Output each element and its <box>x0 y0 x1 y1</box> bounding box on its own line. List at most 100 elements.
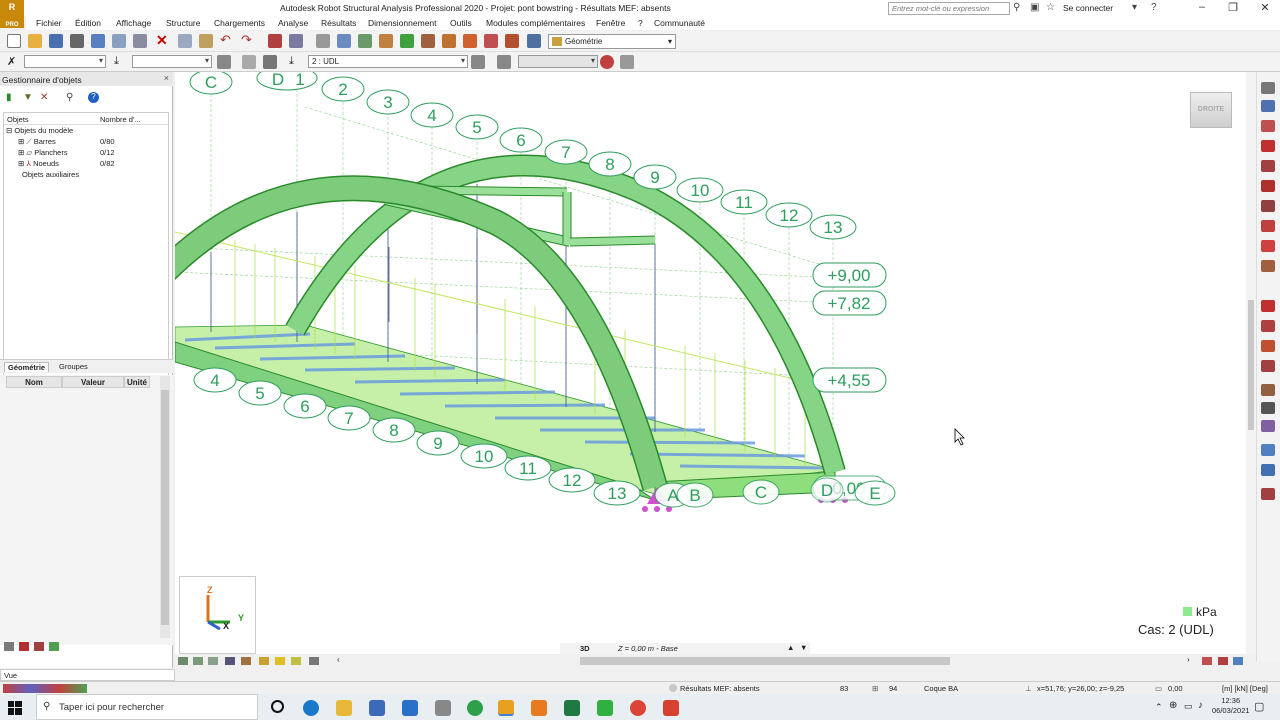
copy-icon[interactable] <box>178 34 192 48</box>
open-icon[interactable] <box>28 34 42 48</box>
menu-analyse[interactable]: Analyse <box>278 18 308 28</box>
corner-tool3-icon[interactable] <box>1233 657 1243 665</box>
level-up-icon[interactable]: ▲ <box>787 643 794 652</box>
bridge-model-view[interactable]: C D1 2 3 4 5 6 7 8 9 10 11 12 13 +9,00 +… <box>175 72 1246 654</box>
grid-tool-icon[interactable] <box>1261 402 1275 414</box>
status-tools[interactable] <box>3 684 87 693</box>
structure-icon[interactable] <box>421 34 435 48</box>
bar-selection-combo[interactable] <box>24 55 106 68</box>
bar-tool-icon[interactable] <box>1261 120 1275 132</box>
robot-taskbar-icon[interactable] <box>498 700 514 716</box>
cart-icon[interactable]: ▣ <box>1030 2 1039 13</box>
list-icon[interactable] <box>4 642 14 651</box>
display-tool4-icon[interactable] <box>225 657 235 665</box>
properties-icon[interactable] <box>289 34 303 48</box>
panel-tool-icon[interactable] <box>1261 240 1275 252</box>
menu-affichage[interactable]: Affichage <box>116 18 151 28</box>
display-tool7-icon[interactable] <box>275 657 285 665</box>
panel-close-icon[interactable]: × <box>164 73 169 83</box>
orange-app-icon[interactable] <box>531 700 547 716</box>
taskbar-search[interactable]: ⚲ Taper ici pour rechercher <box>36 694 258 720</box>
scroll-right-icon[interactable]: › <box>1187 655 1190 664</box>
level-down-icon[interactable]: ▼ <box>800 643 807 652</box>
tree-item-barres[interactable]: ⊞ ⟋ Barres <box>18 137 56 147</box>
chrome-icon[interactable] <box>630 700 646 716</box>
exchange-icon[interactable]: ▾ <box>1132 2 1137 13</box>
vertical-scrollbar[interactable] <box>1246 72 1256 654</box>
next-case-icon[interactable] <box>497 55 511 69</box>
file-explorer-icon[interactable] <box>336 700 352 716</box>
save-icon[interactable] <box>49 34 63 48</box>
filter-icon[interactable]: ▼ <box>23 92 33 103</box>
notifications-icon[interactable]: ▢ <box>1254 700 1264 713</box>
taskbar-clock[interactable]: 12:36 06/03/2021 <box>1212 696 1250 716</box>
display-icon[interactable] <box>620 55 634 69</box>
beam-tool-icon[interactable] <box>1261 300 1275 312</box>
menu-modules[interactable]: Modules complémentaires <box>486 18 585 28</box>
mode-select[interactable] <box>518 55 598 68</box>
select-icon[interactable]: ▮ <box>6 92 12 103</box>
minimize-icon[interactable]: – <box>1187 1 1217 13</box>
nodes-tool-icon[interactable] <box>1261 82 1275 94</box>
paste-icon[interactable] <box>199 34 213 48</box>
battery-icon[interactable]: ▭ <box>1184 701 1193 712</box>
redo-icon[interactable]: ↷ <box>241 32 255 47</box>
close-icon[interactable]: ✕ <box>1250 1 1280 14</box>
diagram-icon[interactable] <box>600 55 614 69</box>
case-icon[interactable] <box>242 55 256 69</box>
table-tool-icon[interactable] <box>1261 100 1275 112</box>
layout-icon[interactable] <box>527 34 541 48</box>
green-app-icon[interactable] <box>467 700 483 716</box>
slab-tool-icon[interactable] <box>1261 360 1275 372</box>
app-icon[interactable] <box>435 700 451 716</box>
print-icon[interactable] <box>34 642 44 651</box>
display-tool6-icon[interactable] <box>259 657 269 665</box>
volume-icon[interactable]: ♪ <box>1198 700 1203 711</box>
camtasia-icon[interactable] <box>597 700 613 716</box>
menu-dimensionnement[interactable]: Dimensionnement <box>368 18 437 28</box>
mail-icon[interactable] <box>402 700 418 716</box>
menu-outils[interactable]: Outils <box>450 18 472 28</box>
display-tool3-icon[interactable] <box>208 657 218 665</box>
frame-tool-icon[interactable] <box>1261 384 1275 396</box>
print-preview-icon[interactable] <box>91 34 105 48</box>
recorder-icon[interactable] <box>663 700 679 716</box>
report-tool-icon[interactable] <box>1261 464 1275 476</box>
node-selection-combo[interactable] <box>132 55 212 68</box>
screen-capture-icon[interactable] <box>112 34 126 48</box>
release-tool-icon[interactable] <box>1261 200 1275 212</box>
view-cube[interactable]: DROITE <box>1190 92 1232 128</box>
tab-geometrie[interactable]: Géométrie <box>4 362 50 372</box>
select-nodes-icon[interactable]: ⤓ <box>114 55 128 69</box>
shell-tool-icon[interactable] <box>1261 420 1275 432</box>
search-icon[interactable]: ⚲ <box>66 92 73 103</box>
horizontal-scrollbar[interactable]: › <box>345 655 1245 667</box>
prop-scrollbar[interactable] <box>160 376 170 638</box>
view-name-field[interactable]: Vue <box>0 669 175 681</box>
filter-icon[interactable] <box>217 55 231 69</box>
help-search-input[interactable] <box>888 2 1010 15</box>
load-case-select[interactable]: 2 : UDL <box>308 55 468 68</box>
display-tool9-icon[interactable] <box>309 657 319 665</box>
lock-icon[interactable] <box>316 34 330 48</box>
truss-tool-icon[interactable] <box>1261 340 1275 352</box>
load-case-icon[interactable]: ⤓ <box>289 55 303 69</box>
units-display[interactable]: [m] [kN] [Deg] <box>1222 684 1268 693</box>
menu-fichier[interactable]: Fichier <box>36 18 62 28</box>
tree-item-objets-modele[interactable]: ⊟ Objets du modèle <box>6 126 73 135</box>
display-tool-icon[interactable] <box>178 657 188 665</box>
layout-select[interactable]: Géométrie ▾ <box>548 34 676 49</box>
excel-icon[interactable] <box>564 700 580 716</box>
view-mode[interactable]: 3D <box>580 644 590 653</box>
undo-icon[interactable]: ↶ <box>220 32 234 47</box>
display-tool2-icon[interactable] <box>193 657 203 665</box>
cortana-icon[interactable] <box>271 700 284 713</box>
print-icon[interactable] <box>70 34 84 48</box>
tree-item-objets-auxiliaires[interactable]: Objets auxiliaires <box>22 170 79 179</box>
info-icon[interactable]: ? <box>88 92 99 103</box>
zoom-icon[interactable] <box>337 34 351 48</box>
menu-communaute[interactable]: Communauté <box>654 18 705 28</box>
menu-help[interactable]: ? <box>638 18 643 28</box>
star-icon[interactable]: ☆ <box>1046 2 1055 13</box>
model-icon[interactable] <box>49 642 59 651</box>
